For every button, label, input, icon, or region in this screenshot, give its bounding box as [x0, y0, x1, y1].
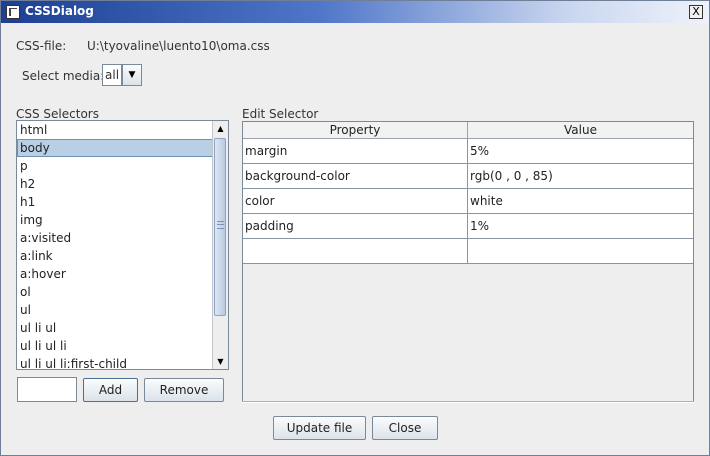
close-button[interactable]: Close — [372, 416, 438, 440]
table-row[interactable]: padding 1% — [243, 214, 693, 239]
scroll-down-icon[interactable]: ▼ — [213, 354, 228, 369]
selector-list-item[interactable]: a:visited — [17, 229, 213, 247]
media-combo-value[interactable]: all — [102, 64, 122, 86]
value-cell[interactable]: 5% — [468, 139, 693, 163]
table-row[interactable] — [243, 239, 693, 264]
value-cell[interactable]: white — [468, 189, 693, 213]
value-cell[interactable]: 1% — [468, 214, 693, 238]
selector-list-item[interactable]: img — [17, 211, 213, 229]
table-row[interactable]: background-color rgb(0 , 0 , 85) — [243, 164, 693, 189]
selector-list-item[interactable]: ol — [17, 283, 213, 301]
app-icon — [6, 5, 20, 19]
table-header: Property Value — [243, 122, 693, 139]
css-dialog-window: CSSDialog X CSS-file: U:\tyovaline\luent… — [0, 0, 710, 456]
new-selector-input[interactable] — [17, 377, 77, 402]
selector-list-item[interactable]: a:hover — [17, 265, 213, 283]
selector-list-item[interactable]: ul — [17, 301, 213, 319]
column-header-value[interactable]: Value — [468, 122, 693, 138]
table-row[interactable]: color white — [243, 189, 693, 214]
selectors-list[interactable]: html body p h2 h1 img a:visited a:link a:hover ol… — [16, 120, 229, 370]
grip-icon — [217, 221, 224, 229]
property-cell[interactable]: margin — [243, 139, 468, 163]
title-bar[interactable]: CSSDialog X — [1, 1, 709, 23]
selector-list-item[interactable]: p — [17, 157, 213, 175]
selectors-scrollbar[interactable]: ▲ ▼ — [212, 121, 228, 369]
selector-list-item[interactable]: h2 — [17, 175, 213, 193]
close-window-button[interactable]: X — [689, 5, 703, 19]
media-combo-arrow-icon[interactable]: ▼ — [122, 64, 142, 86]
column-header-property[interactable]: Property — [243, 122, 468, 138]
scroll-up-icon[interactable]: ▲ — [213, 121, 228, 136]
scroll-thumb[interactable] — [214, 138, 226, 316]
selector-list-item[interactable]: a:link — [17, 247, 213, 265]
table-divider — [242, 401, 694, 403]
selectors-list-items: html body p h2 h1 img a:visited a:link a:hover ol… — [17, 121, 213, 369]
window-title: CSSDialog — [25, 4, 94, 18]
css-file-label: CSS-file: — [16, 39, 67, 53]
property-cell[interactable]: background-color — [243, 164, 468, 188]
add-button[interactable]: Add — [83, 378, 138, 402]
property-cell[interactable] — [243, 239, 468, 263]
css-selectors-header: CSS Selectors — [16, 107, 99, 121]
table-row[interactable]: margin 5% — [243, 139, 693, 164]
selector-list-item[interactable]: h1 — [17, 193, 213, 211]
value-cell[interactable] — [468, 239, 693, 263]
selector-list-item[interactable]: body — [17, 139, 213, 157]
value-cell[interactable]: rgb(0 , 0 , 85) — [468, 164, 693, 188]
edit-selector-header: Edit Selector — [242, 107, 319, 121]
selector-list-item[interactable]: ul li ul li — [17, 337, 213, 355]
css-file-path: U:\tyovaline\luento10\oma.css — [87, 39, 270, 53]
update-file-button[interactable]: Update file — [273, 416, 366, 440]
select-media-label: Select media: — [22, 69, 105, 83]
property-cell[interactable]: color — [243, 189, 468, 213]
properties-table[interactable]: Property Value margin 5% background-color r… — [242, 121, 694, 403]
selector-list-item[interactable]: ul li ul li:first-child — [17, 355, 213, 369]
property-cell[interactable]: padding — [243, 214, 468, 238]
remove-button[interactable]: Remove — [144, 378, 224, 402]
selector-list-item[interactable]: html — [17, 121, 213, 139]
selector-list-item[interactable]: ul li ul — [17, 319, 213, 337]
